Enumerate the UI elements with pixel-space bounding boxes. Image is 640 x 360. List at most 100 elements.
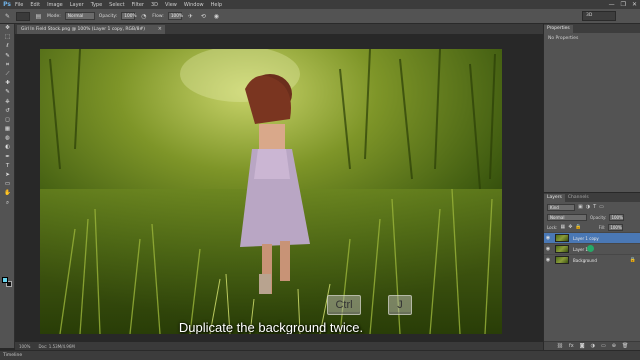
marquee-tool-icon[interactable]: ⬚ [1, 33, 14, 42]
blur-tool-icon[interactable]: ◍ [1, 134, 14, 143]
path-select-tool-icon[interactable]: ➤ [1, 171, 14, 180]
canvas-area: Ctrl J Duplicate the background twice. [15, 34, 543, 348]
filter-shape-icon[interactable]: ▭ [599, 204, 604, 210]
close-icon[interactable]: ✕ [632, 1, 637, 8]
restore-icon[interactable]: ❐ [621, 1, 626, 8]
document-tab[interactable]: Girl In Field Stock.png @ 100% (Layer 1 … [17, 25, 165, 34]
menu-edit[interactable]: Edit [30, 2, 40, 8]
layer-opacity-label: Opacity: [590, 214, 607, 220]
link-layers-icon[interactable]: ⛓ [557, 343, 563, 349]
rectangle-tool-icon[interactable]: ▭ [1, 180, 14, 189]
menu-help[interactable]: Help [211, 2, 222, 8]
menu-select[interactable]: Select [109, 2, 124, 8]
document-tab-bar: Girl In Field Stock.png @ 100% (Layer 1 … [15, 24, 543, 34]
layers-panel: Layers Channels Kind ▣ ◑ T ▭ Normal Opac… [543, 193, 640, 350]
lock-pixels-icon[interactable]: ▦ [560, 224, 565, 230]
filter-adjust-icon[interactable]: ◑ [586, 204, 590, 210]
zoom-tool-icon[interactable]: ⌕ [1, 199, 14, 208]
foreground-color-swatch[interactable] [2, 277, 8, 283]
layer-row[interactable]: ◉ Background 🔒 [544, 254, 640, 265]
menu-type[interactable]: Type [91, 2, 102, 8]
delete-layer-icon[interactable]: 🗑 [622, 343, 628, 349]
adjustment-layer-icon[interactable]: ◑ [591, 343, 595, 349]
pressure-size-icon[interactable]: ◉ [212, 12, 221, 21]
airbrush-icon[interactable]: ✈ [186, 12, 195, 21]
layer-style-icon[interactable]: fx [569, 343, 574, 349]
layer-row[interactable]: ◉ Layer 1 copy [544, 232, 640, 243]
pen-tool-icon[interactable]: ✒ [1, 153, 14, 162]
visibility-eye-icon[interactable]: ◉ [544, 235, 552, 241]
lock-all-icon[interactable]: 🔒 [575, 224, 581, 230]
eraser-tool-icon[interactable]: ◻ [1, 116, 14, 125]
history-brush-tool-icon[interactable]: ↺ [1, 107, 14, 116]
layer-row[interactable]: ◉ Layer 1 [544, 243, 640, 254]
brush-preset-icon[interactable]: ✎ [3, 12, 12, 21]
tab-channels[interactable]: Channels [564, 194, 592, 202]
add-mask-icon[interactable]: ◙ [580, 343, 585, 349]
gradient-tool-icon[interactable]: ▦ [1, 125, 14, 134]
hand-tool-icon[interactable]: ✋ [1, 189, 14, 198]
close-document-icon[interactable]: × [158, 25, 162, 34]
dodge-tool-icon[interactable]: ◐ [1, 143, 14, 152]
mode-select[interactable]: Normal [64, 12, 95, 20]
type-tool-icon[interactable]: T [1, 162, 14, 171]
tab-layers[interactable]: Layers [544, 194, 565, 202]
menu-image[interactable]: Image [47, 2, 63, 8]
lasso-tool-icon[interactable]: ℓ [1, 42, 14, 51]
move-tool-icon[interactable]: ✥ [1, 24, 14, 33]
menu-layer[interactable]: Layer [70, 2, 84, 8]
minimize-icon[interactable]: — [609, 1, 615, 8]
opacity-input[interactable]: 100% [121, 12, 137, 20]
menu-filter[interactable]: Filter [132, 2, 144, 8]
visibility-eye-icon[interactable]: ◉ [544, 246, 552, 252]
menu-file[interactable]: File [15, 2, 23, 8]
zoom-level[interactable]: 100% [19, 344, 30, 349]
no-properties-text: No Properties [548, 36, 579, 41]
tab-properties[interactable]: Properties [544, 25, 573, 33]
eyedropper-tool-icon[interactable]: ⟋ [1, 70, 14, 79]
menu-window[interactable]: Window [184, 2, 204, 8]
lock-position-icon[interactable]: ✥ [568, 224, 572, 230]
filter-pixel-icon[interactable]: ▣ [578, 204, 583, 210]
layer-name: Layer 1 [573, 246, 588, 252]
filter-type-icon[interactable]: T [593, 204, 596, 210]
menu-3d[interactable]: 3D [151, 2, 158, 8]
quick-select-tool-icon[interactable]: ✎ [1, 52, 14, 61]
brush-panel-icon[interactable]: ▤ [34, 12, 43, 21]
layer-thumbnail [555, 234, 569, 242]
brush-tool-icon[interactable]: ✎ [1, 88, 14, 97]
fill-input[interactable]: 100% [608, 223, 624, 231]
document-tab-title: Girl In Field Stock.png @ 100% (Layer 1 … [21, 27, 146, 32]
layer-filter-select[interactable]: Kind [547, 203, 575, 211]
tools-panel: ✥ ⬚ ℓ ✎ ⌗ ⟋ ✚ ✎ ⎈ ↺ ◻ ▦ ◍ ◐ ✒ T ➤ ▭ ✋ ⌕ [0, 24, 15, 348]
workspace-select[interactable]: 3D [582, 11, 616, 21]
window-controls: — ❐ ✕ [609, 0, 637, 9]
ctrl-key-overlay: Ctrl [327, 295, 361, 315]
menu-view[interactable]: View [165, 2, 177, 8]
j-key-overlay: J [388, 295, 412, 315]
flow-input[interactable]: 100% [167, 12, 183, 20]
pressure-opacity-icon[interactable]: ◔ [139, 12, 148, 21]
lock-row: Lock: ▦ ✥ 🔒 Fill: 100% [544, 222, 640, 232]
timeline-tab[interactable]: Timeline [3, 353, 22, 358]
crop-tool-icon[interactable]: ⌗ [1, 61, 14, 70]
opacity-label: Opacity: [98, 13, 118, 19]
document-info[interactable]: Doc: 1.53M/4.96M [38, 344, 74, 349]
healing-tool-icon[interactable]: ✚ [1, 79, 14, 88]
properties-tabbar: Properties [544, 24, 640, 33]
new-group-icon[interactable]: ▭ [601, 343, 606, 349]
menu-bar: Ps File Edit Image Layer Type Select Fil… [0, 0, 640, 9]
new-layer-icon[interactable]: ⊕ [612, 343, 616, 349]
brush-size-picker[interactable] [16, 11, 30, 21]
clone-stamp-tool-icon[interactable]: ⎈ [1, 98, 14, 107]
properties-panel: Properties No Properties [543, 24, 640, 192]
document-canvas[interactable]: Ctrl J Duplicate the background twice. [40, 49, 502, 334]
status-bar: 100% Doc: 1.53M/4.96M [15, 342, 543, 350]
properties-body: No Properties [544, 33, 640, 44]
aligned-icon[interactable]: ⟲ [199, 12, 208, 21]
visibility-eye-icon[interactable]: ◉ [544, 257, 552, 263]
blend-row: Normal Opacity: 100% [544, 212, 640, 222]
mouse-cursor-highlight [587, 245, 594, 252]
blend-mode-select[interactable]: Normal [547, 213, 587, 221]
layer-opacity-input[interactable]: 100% [609, 213, 625, 221]
